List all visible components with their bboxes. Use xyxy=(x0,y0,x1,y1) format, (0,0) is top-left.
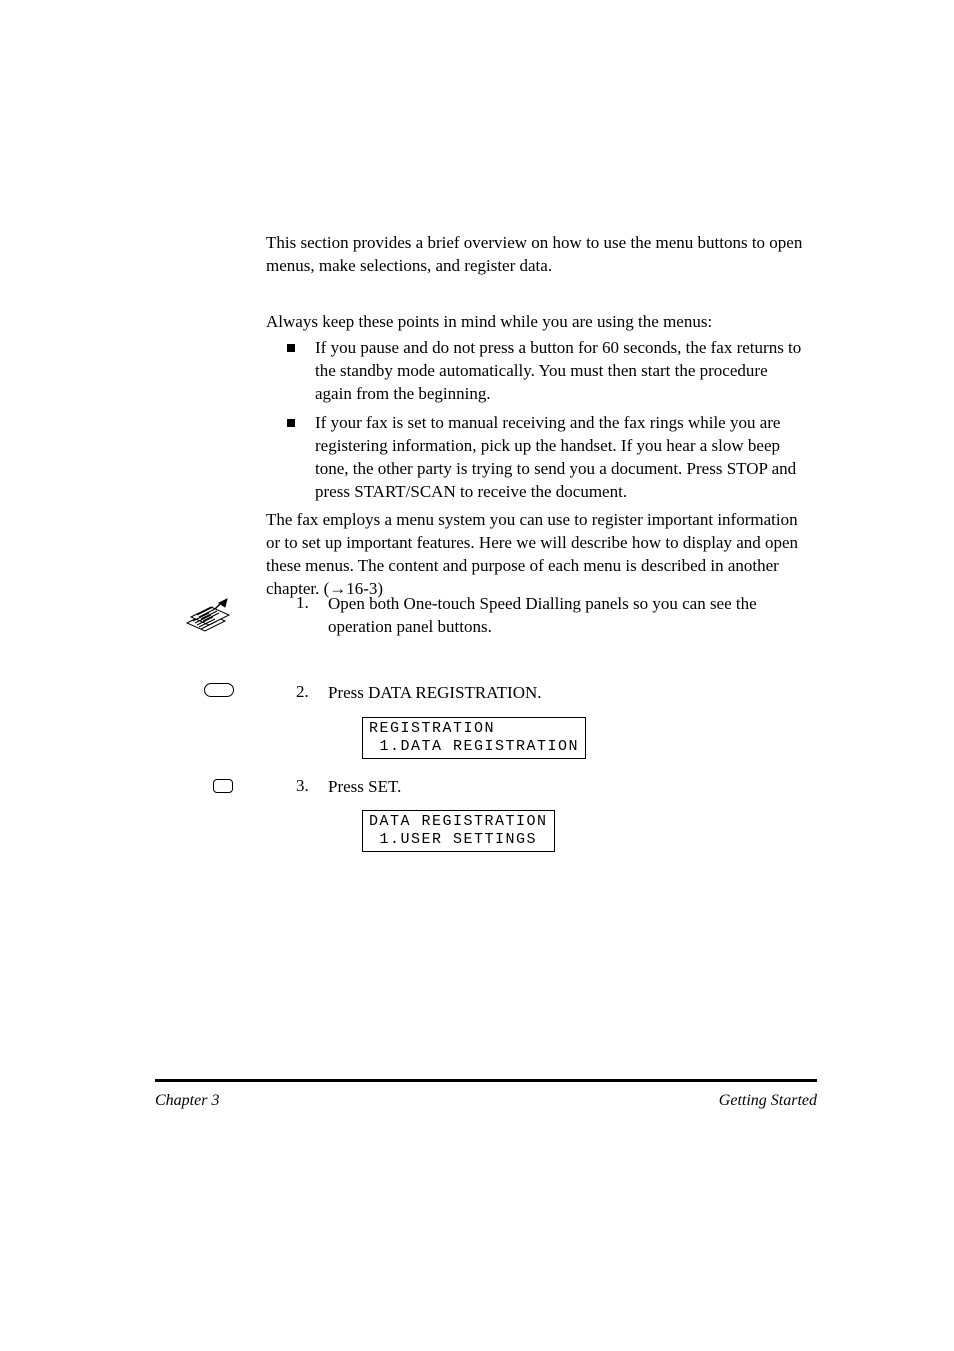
step-text: Press SET. xyxy=(328,776,806,799)
lcd-display: DATA REGISTRATION 1.USER SETTINGS xyxy=(362,810,555,852)
lcd-display: REGISTRATION 1.DATA REGISTRATION xyxy=(362,717,586,759)
intro-paragraph: This section provides a brief overview o… xyxy=(266,232,806,278)
footer-chapter: Chapter 3 xyxy=(155,1092,219,1110)
step-2: 2. Press DATA REGISTRATION. xyxy=(296,682,806,711)
page-footer: Chapter 3 Getting Started xyxy=(155,1092,817,1110)
step-1: 1. Open both One-touch Speed Dialling pa… xyxy=(296,593,806,645)
step-text: Press DATA REGISTRATION. xyxy=(328,682,806,705)
step-number: 1. xyxy=(296,593,314,639)
lcd-line: REGISTRATION xyxy=(369,720,495,737)
footer-rule xyxy=(155,1079,817,1082)
lcd-line: DATA REGISTRATION xyxy=(369,813,548,830)
data-registration-button-icon xyxy=(204,683,234,697)
bullet-icon xyxy=(287,419,295,427)
lcd-line: 1.USER SETTINGS xyxy=(369,831,537,848)
list-item: 1. Open both One-touch Speed Dialling pa… xyxy=(296,593,806,639)
step-text: Open both One-touch Speed Dialling panel… xyxy=(328,593,806,639)
operation-panel-icon xyxy=(185,595,231,637)
before-you-start-text: Always keep these points in mind while y… xyxy=(266,311,806,334)
list-item: If your fax is set to manual receiving a… xyxy=(287,412,807,504)
list-item: 3. Press SET. xyxy=(296,776,806,799)
bullet-text: If you pause and do not press a button f… xyxy=(315,337,807,406)
step-number: 3. xyxy=(296,776,314,799)
menu-system-paragraph: The fax employs a menu system you can us… xyxy=(266,509,806,601)
step-number: 2. xyxy=(296,682,314,705)
bullet-list: If you pause and do not press a button f… xyxy=(287,337,807,510)
bullet-text: If your fax is set to manual receiving a… xyxy=(315,412,807,504)
list-item: If you pause and do not press a button f… xyxy=(287,337,807,406)
bullet-icon xyxy=(287,344,295,352)
list-item: 2. Press DATA REGISTRATION. xyxy=(296,682,806,705)
step-3: 3. Press SET. xyxy=(296,776,806,805)
footer-title: Getting Started xyxy=(719,1092,817,1110)
document-page: This section provides a brief overview o… xyxy=(0,0,954,1351)
set-button-icon xyxy=(213,779,233,793)
lcd-line: 1.DATA REGISTRATION xyxy=(369,738,579,755)
